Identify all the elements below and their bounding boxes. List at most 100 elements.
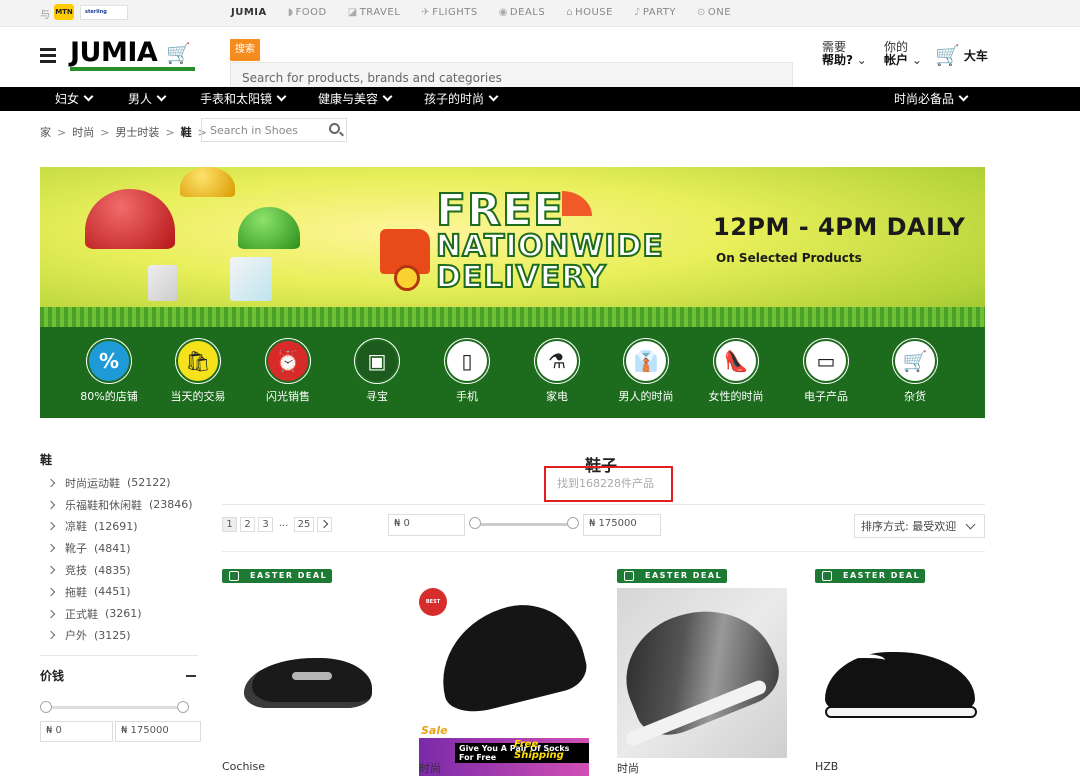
banner-hours: 12PM - 4PM DAILY — [713, 213, 966, 241]
mtn-logo[interactable]: MTN — [54, 4, 74, 20]
product-image[interactable]: Sale Give You A Pair Of Socks For Free F… — [419, 588, 592, 776]
price-min-input[interactable]: ₦ 0 — [40, 721, 113, 742]
sidebar-item-sandals[interactable]: 凉鞋 (12691) — [46, 516, 193, 538]
banner-category-appliances[interactable]: ⚗ 家电 — [512, 339, 602, 404]
main-price-slider-min-handle[interactable] — [469, 517, 481, 529]
product-image[interactable] — [222, 588, 392, 758]
nav-item-watches[interactable]: 手表和太阳镜 — [200, 90, 287, 107]
breadcrumb-men-fashion[interactable]: 男士时装 — [115, 124, 159, 140]
sidebar-item-formal[interactable]: 正式鞋 (3261) — [46, 603, 193, 625]
service-link-party[interactable]: ♪ PARTY — [634, 7, 676, 18]
collapse-icon[interactable] — [186, 675, 196, 677]
search-icon[interactable] — [329, 123, 340, 134]
bank-logo[interactable]: sterling — [80, 5, 128, 20]
chevron-right-icon — [46, 609, 56, 618]
price-max-input[interactable]: ₦ 175000 — [115, 721, 201, 742]
product-name[interactable]: 时尚 — [419, 760, 441, 776]
service-link-travel[interactable]: ◪ TRAVEL — [348, 7, 401, 18]
service-link-house[interactable]: ⌂ HOUSE — [566, 7, 613, 18]
shoes-search-input[interactable]: Search in Shoes — [201, 118, 347, 142]
service-link-one[interactable]: ⊙ ONE — [697, 7, 731, 18]
easter-deal-badge: EASTER DEAL — [222, 569, 332, 583]
sidebar-item-loafers[interactable]: 乐福鞋和休闲鞋 (23846) — [46, 494, 193, 516]
main-price-max-input[interactable]: ₦ 175000 — [583, 514, 661, 536]
main-price-slider-track[interactable] — [474, 523, 574, 526]
promo-shipping: Free Shipping — [514, 739, 564, 761]
sort-dropdown[interactable]: 排序方式: 最受欢迎 — [854, 514, 985, 538]
page-button-2[interactable]: 2 — [240, 517, 255, 532]
service-link-food[interactable]: ◗ FOOD — [288, 7, 327, 18]
service-links: JUMIA ◗ FOOD ◪ TRAVEL ✈ FLIGHTS ◉ DEALS ⌂ HOU… — [231, 7, 752, 18]
page-button-1[interactable]: 1 — [222, 517, 237, 532]
promo-banner[interactable]: FREE NATIONWIDE DELIVERY 12PM - 4PM DAIL… — [40, 167, 985, 418]
product-image[interactable] — [607, 587, 789, 758]
highlight-box — [544, 466, 673, 502]
sidebar-category-list: 时尚运动鞋 (52122) 乐福鞋和休闲鞋 (23846) 凉鞋 (12691) 靴子… — [46, 472, 193, 647]
banner-subtitle: On Selected Products — [716, 251, 862, 265]
nav-item-men[interactable]: 男人 — [128, 90, 167, 107]
search-button[interactable]: 搜索 — [230, 39, 260, 61]
cart-button[interactable]: 🛒 大车 — [935, 43, 988, 67]
breadcrumb-home[interactable]: 家 — [40, 124, 51, 140]
banner-category-stores[interactable]: % 80%的店铺 — [64, 339, 154, 404]
nav-item-essentials[interactable]: 时尚必备品 — [894, 90, 969, 107]
sidebar-item-athletic[interactable]: 竞技 (4835) — [46, 559, 193, 581]
pagination: 1 2 3 ... 25 — [222, 517, 332, 532]
category-nav: 妇女 男人 手表和太阳镜 健康与美容 孩子的时尚 时尚必备品 — [0, 87, 1080, 111]
service-link-flights[interactable]: ✈ FLIGHTS — [421, 7, 477, 18]
grocery-bag-icon: 🛒 — [893, 339, 937, 383]
jumia-logo[interactable]: JUMIA 🛒 — [70, 39, 195, 71]
banner-category-electronics[interactable]: ▭ 电子产品 — [781, 339, 871, 404]
breadcrumb-fashion[interactable]: 时尚 — [72, 124, 94, 140]
page-button-3[interactable]: 3 — [258, 517, 273, 532]
banner-category-phones[interactable]: ▯ 手机 — [422, 339, 512, 404]
product-card[interactable]: EASTER DEAL Cochise — [222, 568, 392, 777]
product-name[interactable]: 时尚 — [617, 760, 639, 776]
account-menu[interactable]: 你的 帐户 ⌄ — [884, 41, 922, 67]
page-button-25[interactable]: 25 — [294, 517, 314, 532]
blender-icon: ⚗ — [535, 339, 579, 383]
best-seller-badge: BEST SELLER — [419, 588, 447, 633]
chevron-down-icon — [156, 91, 167, 102]
nav-item-kids[interactable]: 孩子的时尚 — [424, 90, 499, 107]
chevron-right-icon — [46, 500, 56, 509]
partner-prefix: 与 — [40, 10, 50, 21]
banner-category-women-fashion[interactable]: 👠 女性的时尚 — [691, 339, 781, 404]
treasure-chest-icon: ▣ — [355, 339, 399, 383]
banner-category-deals[interactable]: 🛍 当天的交易 — [153, 339, 243, 404]
product-card[interactable]: EASTER DEAL HZB — [815, 568, 985, 777]
cart-icon: 🛒 — [935, 43, 960, 67]
banner-nationwide: NATIONWIDE — [435, 228, 664, 265]
next-page-icon[interactable] — [317, 517, 332, 532]
product-card[interactable]: Sale Give You A Pair Of Socks For Free F… — [419, 568, 592, 777]
banner-category-flash[interactable]: ⏰ 闪光销售 — [243, 339, 333, 404]
sneaker-shoe-shape — [427, 591, 592, 720]
sidebar-item-outdoor[interactable]: 户外 (3125) — [46, 625, 193, 647]
price-slider-max-handle[interactable] — [177, 701, 189, 713]
help-menu[interactable]: 需要 帮助? ⌄ — [822, 41, 867, 67]
main-price-min-input[interactable]: ₦ 0 — [388, 514, 465, 536]
product-card[interactable]: EASTER DEAL 时尚 — [607, 568, 789, 777]
product-name[interactable]: Cochise — [222, 760, 265, 773]
banner-category-treasure[interactable]: ▣ 寻宝 — [332, 339, 422, 404]
shirt-icon: 👔 — [624, 339, 668, 383]
price-slider-track[interactable] — [44, 706, 186, 709]
service-link-jumia[interactable]: JUMIA — [231, 7, 267, 18]
product-name[interactable]: HZB — [815, 760, 838, 773]
sidebar-item-boots[interactable]: 靴子 (4841) — [46, 537, 193, 559]
banner-category-grocery[interactable]: 🛒 杂货 — [870, 339, 960, 404]
sidebar-item-slippers[interactable]: 拖鞋 (4451) — [46, 581, 193, 603]
main-price-slider-max-handle[interactable] — [567, 517, 579, 529]
sidebar-item-sneakers[interactable]: 时尚运动鞋 (52122) — [46, 472, 193, 494]
banner-category-men-fashion[interactable]: 👔 男人的时尚 — [601, 339, 691, 404]
divider — [222, 504, 985, 505]
nav-item-women[interactable]: 妇女 — [55, 90, 94, 107]
service-link-deals[interactable]: ◉ DEALS — [499, 7, 546, 18]
gift-box-image — [230, 257, 272, 301]
price-slider-min-handle[interactable] — [40, 701, 52, 713]
house-icon: ⌂ — [566, 7, 574, 18]
menu-icon[interactable] — [40, 48, 56, 63]
product-image[interactable] — [815, 588, 985, 758]
chevron-right-icon — [46, 631, 56, 640]
nav-item-beauty[interactable]: 健康与美容 — [318, 90, 393, 107]
